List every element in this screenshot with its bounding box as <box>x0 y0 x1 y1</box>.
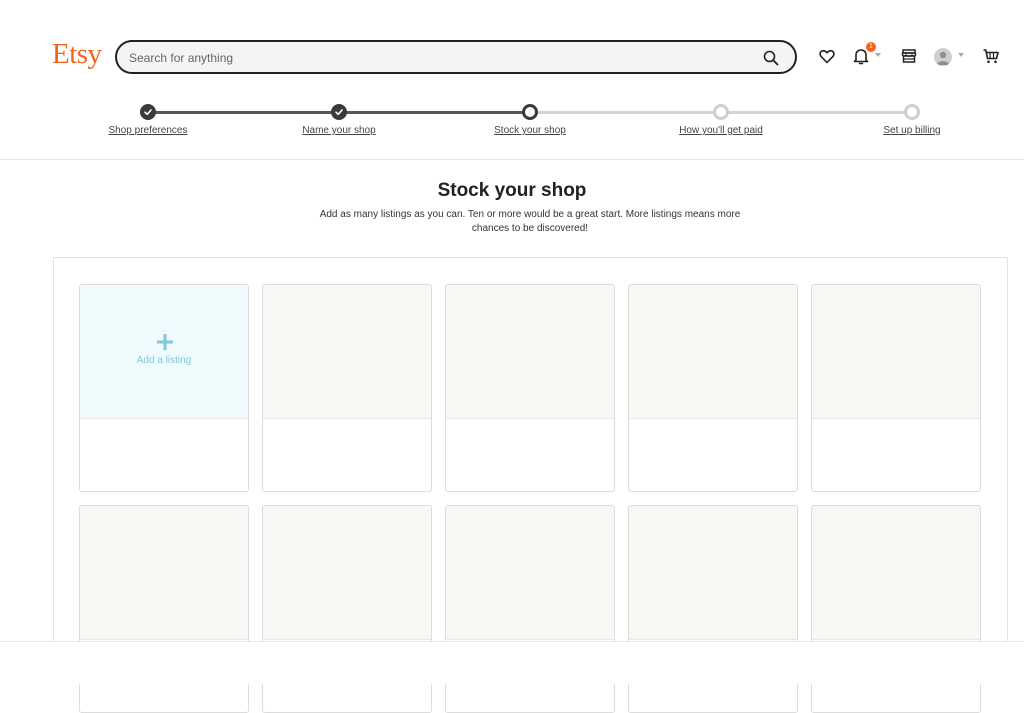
step-pending-indicator <box>713 104 729 120</box>
listing-placeholder-card <box>628 284 798 492</box>
shop-icon[interactable] <box>900 47 918 65</box>
notification-badge: 1 <box>866 42 876 52</box>
heart-icon[interactable] <box>818 47 836 65</box>
step-stock-your-shop[interactable]: Stock your shop <box>460 100 600 136</box>
listing-placeholder-thumb <box>629 506 797 640</box>
listing-placeholder-thumb <box>80 506 248 640</box>
search-input[interactable] <box>129 49 729 67</box>
listing-placeholder-card <box>262 284 432 492</box>
page-subtitle: Add as many listings as you can. Ten or … <box>319 209 741 234</box>
search-icon[interactable] <box>763 50 779 66</box>
step-current-indicator <box>522 104 538 120</box>
step-how-youll-get-paid[interactable]: How you'll get paid <box>651 100 791 136</box>
listing-placeholder-thumb <box>629 285 797 419</box>
listing-placeholder-card <box>811 284 981 492</box>
etsy-logo[interactable]: Etsy <box>52 38 102 71</box>
listing-placeholder-thumb <box>446 506 614 640</box>
step-label[interactable]: Set up billing <box>842 125 982 136</box>
listing-placeholder-thumb <box>263 285 431 419</box>
step-check-icon <box>140 104 156 120</box>
step-pending-indicator <box>904 104 920 120</box>
add-listing-tile[interactable]: Add a listing <box>80 285 248 419</box>
plus-icon <box>157 334 173 350</box>
cart-icon[interactable] <box>982 47 1000 65</box>
step-label[interactable]: Shop preferences <box>78 125 218 136</box>
page-title: Stock your shop <box>437 180 587 201</box>
step-label[interactable]: Stock your shop <box>460 125 600 136</box>
listing-placeholder-thumb <box>446 285 614 419</box>
add-listing-card[interactable]: Add a listing <box>79 284 249 492</box>
search-bar[interactable] <box>115 40 797 74</box>
listing-placeholder-thumb <box>263 506 431 640</box>
account-chevron-down-icon[interactable] <box>958 53 964 57</box>
step-shop-preferences[interactable]: Shop preferences <box>78 100 218 136</box>
step-label[interactable]: How you'll get paid <box>651 125 791 136</box>
add-listing-label[interactable]: Add a listing <box>80 355 248 366</box>
step-name-your-shop[interactable]: Name your shop <box>269 100 409 136</box>
listing-placeholder-thumb <box>812 285 980 419</box>
step-label[interactable]: Name your shop <box>269 125 409 136</box>
step-set-up-billing[interactable]: Set up billing <box>842 100 982 136</box>
onboarding-stepper: Shop preferences Name your shop Stock yo… <box>0 100 1024 160</box>
header: Etsy 1 <box>0 0 1024 100</box>
listings-grid: Add a listing <box>53 257 1008 713</box>
listing-placeholder-card <box>445 284 615 492</box>
bottom-action-bar <box>0 641 1024 684</box>
step-check-icon <box>331 104 347 120</box>
notifications-chevron-down-icon[interactable] <box>875 53 881 57</box>
avatar-icon[interactable] <box>934 48 952 66</box>
listing-placeholder-thumb <box>812 506 980 640</box>
